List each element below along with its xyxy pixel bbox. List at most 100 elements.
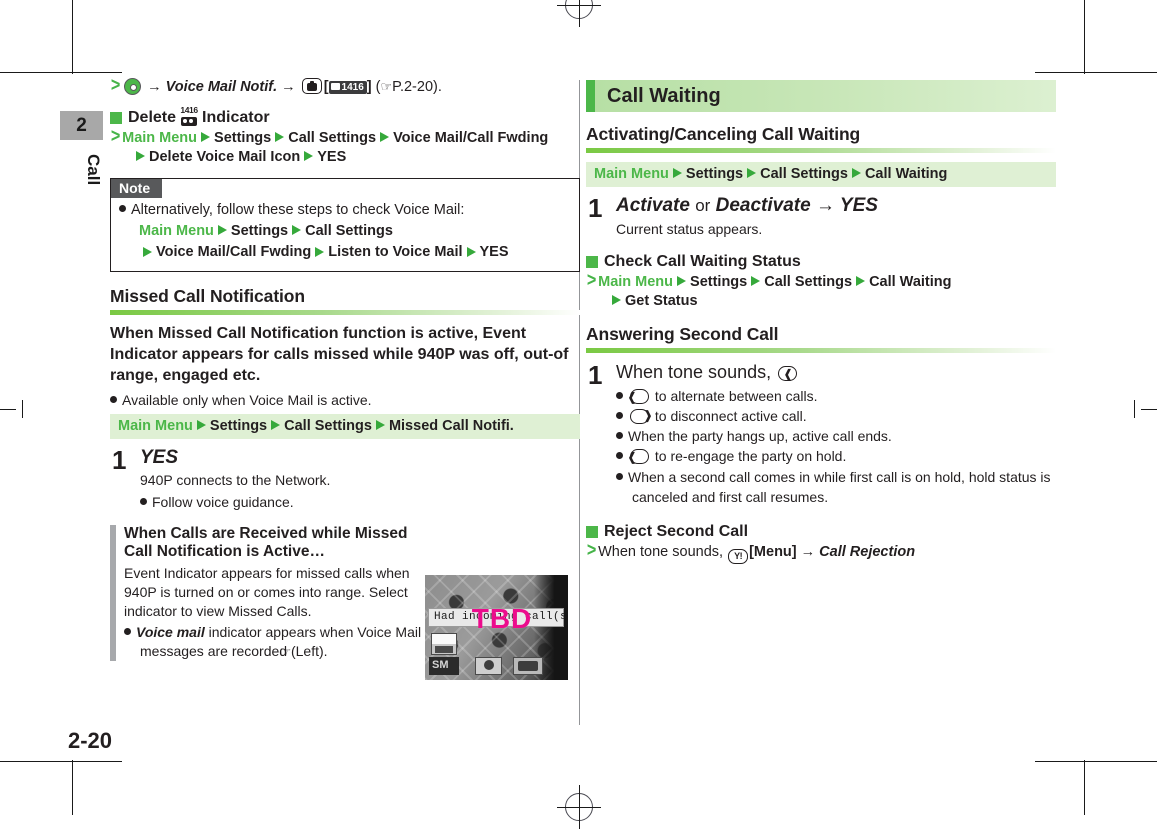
path-settings[interactable]: Settings: [214, 130, 271, 146]
path-main-menu[interactable]: Main Menu: [594, 166, 669, 182]
pointing-hand-icon: ☞: [380, 79, 393, 94]
crop-mark-top-left: [0, 0, 122, 74]
phone-screenshot: Had incoming call(s) TBD: [425, 575, 568, 680]
green-square-bullet-icon: [110, 111, 122, 124]
path-missed-call-notifi[interactable]: Missed Call Notifi.: [389, 418, 514, 434]
path-voice-mail-call-fwding[interactable]: Voice Mail/Call Fwding: [393, 130, 548, 146]
delete-indicator-path-line-2: Delete Voice Mail Icon YES: [110, 148, 580, 168]
path-call-settings[interactable]: Call Settings: [284, 418, 372, 434]
path-yes[interactable]: YES: [480, 244, 509, 260]
voice-mail-notif-path: > → Voice Mail Notif. → [1416] (☞P.2-20)…: [110, 75, 580, 98]
path-main-menu[interactable]: Main Menu: [122, 130, 197, 146]
green-chevron-icon: >: [110, 75, 121, 96]
path-get-status[interactable]: Get Status: [625, 293, 698, 309]
step-title-deactivate: Deactivate: [715, 195, 811, 216]
end-key-icon: ❰: [630, 408, 653, 424]
check-status-path-line-1: > Main Menu Settings Call Settings Call Wait…: [586, 271, 1056, 293]
missed-call-body: When Missed Call Notification function i…: [110, 325, 569, 384]
reject-menu-label: [Menu]: [749, 544, 797, 561]
path-main-menu[interactable]: Main Menu: [118, 418, 193, 434]
path-arrow-icon: [677, 275, 687, 286]
path-settings[interactable]: Settings: [231, 223, 288, 239]
right-column: Call Waiting Activating/Canceling Call W…: [586, 80, 1056, 565]
step-description: Current status appears.: [616, 220, 763, 237]
bullet-dot-icon: [616, 432, 623, 440]
media-player-icon: [431, 633, 457, 655]
callout-title: When Calls are Received while Missed Cal…: [124, 524, 408, 561]
step-number: 1: [112, 444, 127, 475]
send-key-icon: ❰: [627, 388, 649, 404]
path-arrow-icon: [856, 275, 866, 286]
path-arrow-icon: [466, 246, 476, 257]
step-title: Activate or Deactivate → YES: [616, 195, 1056, 217]
step-title: When tone sounds, ❰: [616, 362, 1056, 383]
step-title-arrow: →: [815, 195, 835, 216]
answering-heading: Answering Second Call: [586, 323, 779, 344]
path-main-menu[interactable]: Main Menu: [139, 223, 214, 239]
note-header: Note: [111, 178, 163, 198]
page-ref-close: ).: [433, 79, 442, 95]
step-title: YES: [140, 446, 179, 468]
path-listen-to-voice-mail[interactable]: Listen to Voice Mail: [328, 244, 462, 260]
green-chevron-icon: >: [110, 125, 121, 147]
path-settings[interactable]: Settings: [686, 166, 743, 182]
path-settings[interactable]: Settings: [690, 274, 747, 290]
crop-mark-bottom-left: [0, 760, 122, 815]
voice-mail-indicator-chip: 1416: [328, 81, 367, 94]
soft-key-icon: Y!: [728, 549, 749, 565]
globe-icon: [475, 657, 502, 675]
chapter-label: Call: [84, 154, 103, 186]
sm-icon: [429, 657, 459, 675]
bullet-dot-icon: [124, 627, 131, 635]
side-bracket-left: [22, 400, 23, 418]
path-call-waiting[interactable]: Call Waiting: [865, 166, 947, 182]
path-call-settings[interactable]: Call Settings: [305, 223, 393, 239]
step-number: 1: [588, 193, 603, 223]
path-arrow-icon: [143, 246, 152, 257]
path-arrow-icon: [201, 131, 211, 142]
heading-rule: [586, 347, 1056, 353]
crop-mark-bottom-right: [1035, 760, 1157, 815]
path-yes[interactable]: YES: [317, 149, 346, 165]
path-arrow-icon: [275, 131, 285, 142]
path-call-settings[interactable]: Call Settings: [288, 130, 376, 146]
step-title-activate: Activate: [616, 195, 690, 216]
reject-action: Call Rejection: [819, 544, 916, 561]
path-voice-mail-call-fwding[interactable]: Voice Mail/Call Fwding: [156, 244, 311, 260]
reject-second-call-line: > When tone sounds, Y! [Menu] → Call Rejec…: [586, 540, 1056, 565]
green-chevron-icon: >: [586, 540, 597, 562]
path-arrow-icon: [271, 419, 281, 430]
activating-heading: Activating/Canceling Call Waiting: [586, 124, 861, 144]
bullet-dot-icon: [110, 395, 117, 403]
bracket-open: [: [323, 79, 329, 95]
path-call-waiting[interactable]: Call Waiting: [869, 274, 951, 290]
camera-key-icon: [301, 78, 322, 94]
side-tick-left: [0, 409, 16, 410]
note-body: Alternatively, follow these steps to che…: [111, 198, 579, 272]
answering-step-1: 1 When tone sounds, ❰ ❰ to alternate bet…: [586, 362, 1056, 507]
path-arrow-icon: [304, 151, 314, 162]
step-bullet: When a second call comes in while first …: [616, 467, 1056, 508]
path-arrow-icon: [375, 419, 385, 430]
side-bracket-right: [1134, 400, 1135, 418]
call-waiting-path-bar: Main Menu Settings Call Settings Call Waiti…: [586, 162, 1056, 187]
path-call-settings[interactable]: Call Settings: [760, 166, 848, 182]
path-arrow-icon: [747, 168, 757, 179]
path-call-settings[interactable]: Call Settings: [764, 274, 852, 290]
center-key-icon: [124, 78, 142, 95]
path-delete-voice-mail-icon[interactable]: Delete Voice Mail Icon: [149, 149, 300, 165]
voice-mail-notif-label: Voice Mail Notif.: [165, 79, 278, 95]
bullet-dot-icon: [119, 204, 126, 212]
chapter-number-tab: 2: [60, 111, 103, 140]
step-bullet-list: Follow voice guidance.: [140, 492, 580, 512]
path-main-menu[interactable]: Main Menu: [598, 274, 673, 290]
path-settings[interactable]: Settings: [210, 418, 267, 434]
callout-bullet-ref: Left).: [295, 643, 328, 660]
callout-bullet: Voice mail indicator appears when Voice …: [124, 623, 424, 662]
section-accent-bar: [586, 80, 595, 112]
note-bullet-line: Alternatively, follow these steps to che…: [119, 200, 571, 221]
callout-left-bar: [110, 524, 116, 662]
side-tick-right: [1141, 409, 1157, 410]
arrow-1: →: [147, 79, 162, 95]
send-key-icon: ❰: [778, 365, 798, 381]
